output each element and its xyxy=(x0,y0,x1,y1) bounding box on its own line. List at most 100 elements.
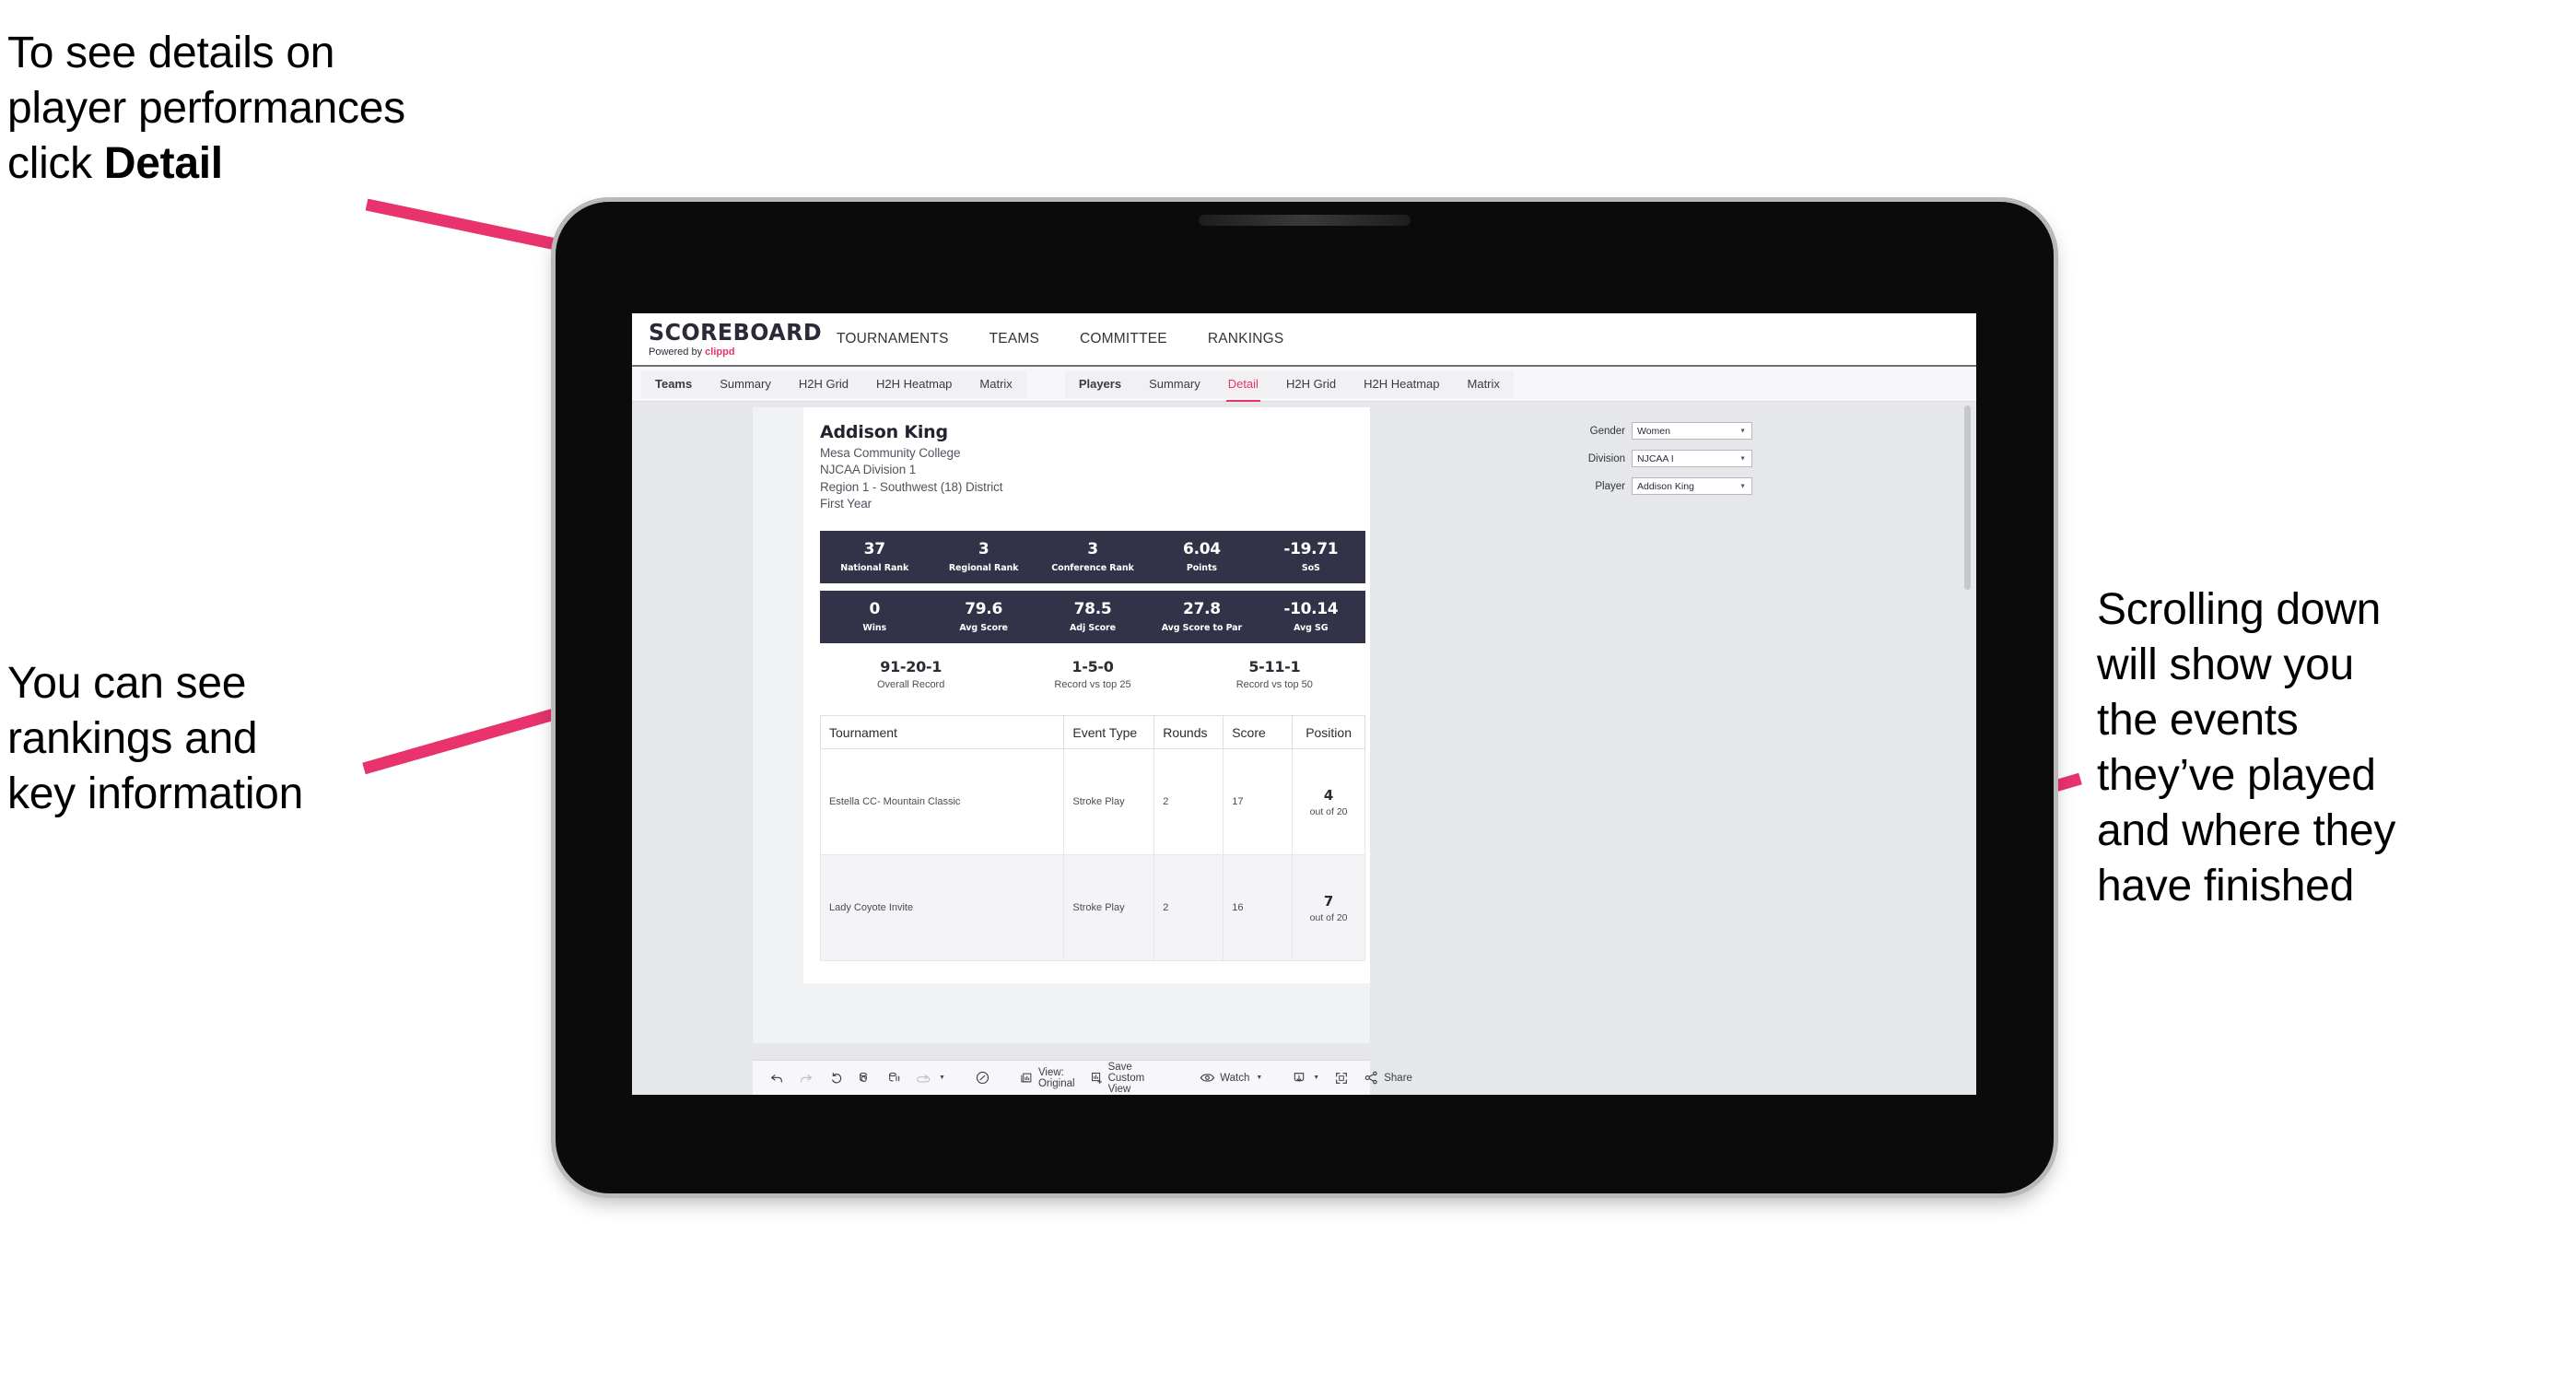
player-school: Mesa Community College xyxy=(820,445,961,460)
kpi-sos: -19.71 SoS xyxy=(1257,541,1365,573)
cell-rounds: 2 xyxy=(1153,854,1224,961)
record-summary-row: 91-20-1 Overall Record 1-5-0 Record vs t… xyxy=(820,658,1365,690)
column-header-score[interactable]: Score xyxy=(1223,715,1294,749)
kpi-points-value: 6.04 xyxy=(1183,539,1221,558)
watch-button[interactable]: Watch ▼ xyxy=(1192,1066,1270,1090)
kpi-regional-rank-value: 3 xyxy=(978,539,989,558)
record-vs-top-25: 1-5-0 Record vs top 25 xyxy=(1001,658,1183,690)
kpi-points-label: Points xyxy=(1186,562,1217,573)
filter-gender: Gender Women ▼ xyxy=(1568,422,1752,440)
subnav-teams-matrix[interactable]: Matrix xyxy=(966,370,1025,398)
nav-item-rankings[interactable]: RANKINGS xyxy=(1188,313,1305,365)
fullscreen-button[interactable] xyxy=(1327,1066,1356,1090)
subnav-players-detail[interactable]: Detail xyxy=(1214,370,1272,403)
share-icon xyxy=(1364,1070,1379,1086)
cell-score: 17 xyxy=(1223,748,1294,855)
kpi-conference-rank-value: 3 xyxy=(1087,539,1098,558)
filter-gender-select[interactable]: Women ▼ xyxy=(1632,422,1752,440)
kpi-national-rank-label: National Rank xyxy=(840,562,909,573)
filter-division: Division NJCAA I ▼ xyxy=(1568,450,1752,467)
cell-rounds: 2 xyxy=(1153,748,1224,855)
secondary-nav: Teams Summary H2H Grid H2H Heatmap Matri… xyxy=(632,367,1976,403)
kpi-avg-sg: -10.14 Avg SG xyxy=(1257,599,1365,633)
vertical-scrollbar[interactable] xyxy=(1964,405,1971,590)
loop-arrow-icon xyxy=(917,1071,932,1086)
undo-button[interactable] xyxy=(762,1066,791,1090)
column-header-rounds[interactable]: Rounds xyxy=(1153,715,1224,749)
record-vs-top-50: 5-11-1 Record vs top 50 xyxy=(1184,658,1365,690)
kpi-national-rank: 37 National Rank xyxy=(820,541,929,573)
player-name: Addison King xyxy=(820,422,948,442)
filter-division-value: NJCAA I xyxy=(1637,452,1674,464)
app-logo[interactable]: SCOREBOARD Powered by clippd xyxy=(632,313,822,365)
filter-division-select[interactable]: NJCAA I ▼ xyxy=(1632,450,1752,467)
filter-player: Player Addison King ▼ xyxy=(1568,477,1752,495)
subnav-players-summary[interactable]: Summary xyxy=(1135,370,1214,398)
player-identity: Addison King Mesa Community College NJCA… xyxy=(820,422,1003,511)
table-row[interactable]: Lady Coyote Invite Stroke Play 2 16 7 ou… xyxy=(819,854,1365,961)
subnav-teams-h2h-heatmap[interactable]: H2H Heatmap xyxy=(862,370,966,398)
kpi-points: 6.04 Points xyxy=(1147,539,1256,573)
subnav-players-matrix[interactable]: Matrix xyxy=(1454,370,1514,398)
tablet-screen: SCOREBOARD Powered by clippd TOURNAMENTS… xyxy=(632,313,1976,1095)
nav-item-teams[interactable]: TEAMS xyxy=(969,313,1060,365)
record-vs-top-25-value: 1-5-0 xyxy=(1071,658,1114,675)
share-button[interactable]: Share xyxy=(1356,1066,1420,1090)
view-original-label: View: Original xyxy=(1037,1066,1075,1089)
filter-player-select[interactable]: Addison King ▼ xyxy=(1632,477,1752,495)
kpi-avg-score-to-par: 27.8 Avg Score to Par xyxy=(1147,599,1256,633)
visualization-area: Addison King Mesa Community College NJCA… xyxy=(632,402,1976,1095)
visualization-scroll-region[interactable]: Addison King Mesa Community College NJCA… xyxy=(632,402,1976,1095)
kpi-regional-rank: 3 Regional Rank xyxy=(929,539,1037,573)
chevron-down-icon: ▼ xyxy=(1739,428,1746,434)
record-overall-label: Overall Record xyxy=(876,679,945,690)
share-label: Share xyxy=(1384,1072,1412,1084)
subnav-teams-summary[interactable]: Summary xyxy=(706,370,785,398)
pause-auto-updates-icon xyxy=(887,1071,902,1086)
kpi-adj-score-value: 78.5 xyxy=(1073,599,1112,618)
save-custom-view-button[interactable]: Save Custom View xyxy=(1083,1062,1153,1095)
nav-item-tournaments[interactable]: TOURNAMENTS xyxy=(816,313,969,365)
column-header-event-type[interactable]: Event Type xyxy=(1063,715,1155,749)
subnav-group-players: Players Summary Detail H2H Grid H2H Heat… xyxy=(1064,370,1514,403)
pause-refresh-button[interactable] xyxy=(967,1066,998,1090)
kpi-conference-rank-label: Conference Rank xyxy=(1051,562,1134,573)
subnav-players-h2h-heatmap[interactable]: H2H Heatmap xyxy=(1350,370,1453,398)
record-vs-top-25-label: Record vs top 25 xyxy=(1054,679,1131,690)
tablet-speaker-grill xyxy=(1199,215,1411,226)
redo-arrow-button[interactable]: ▼ xyxy=(909,1066,953,1090)
revert-button[interactable] xyxy=(821,1066,850,1090)
kpi-bar-rankings: 37 National Rank 3 Regional Rank 3 Confe… xyxy=(820,531,1365,583)
kpi-wins-value: 0 xyxy=(869,599,880,618)
save-custom-view-label: Save Custom View xyxy=(1107,1061,1145,1095)
refresh-data-icon xyxy=(858,1071,872,1086)
nav-item-committee[interactable]: COMMITTEE xyxy=(1060,313,1188,365)
table-header-row: Tournament Event Type Rounds Score Posit… xyxy=(819,715,1365,749)
redo-button[interactable] xyxy=(791,1066,821,1090)
cell-position-field: out of 20 xyxy=(1309,911,1348,923)
annotation-right: Scrolling down will show you the events … xyxy=(2097,585,2396,910)
filter-division-label: Division xyxy=(1587,452,1625,464)
view-original-icon xyxy=(1020,1071,1034,1085)
pause-auto-updates-button[interactable] xyxy=(880,1066,909,1090)
subnav-players-h2h-grid[interactable]: H2H Grid xyxy=(1272,370,1350,398)
tablet-device-frame: SCOREBOARD Powered by clippd TOURNAMENTS… xyxy=(556,202,2054,1193)
watch-label: Watch xyxy=(1220,1072,1250,1084)
kpi-avg-score-label: Avg Score xyxy=(959,622,1008,633)
view-original-button[interactable]: View: Original xyxy=(1013,1066,1083,1090)
column-header-tournament[interactable]: Tournament xyxy=(819,715,1065,749)
annotation-top-left: To see details on player performances cl… xyxy=(7,26,634,192)
subnav-teams-h2h-grid[interactable]: H2H Grid xyxy=(785,370,862,398)
subnav-players-label: Players xyxy=(1078,377,1122,391)
kpi-sos-label: SoS xyxy=(1301,562,1320,573)
save-custom-view-icon xyxy=(1090,1071,1104,1085)
refresh-data-button[interactable] xyxy=(850,1066,880,1090)
download-button[interactable]: ▼ xyxy=(1284,1066,1327,1090)
kpi-avg-score-to-par-value: 27.8 xyxy=(1183,599,1221,618)
logo-powered-by: Powered by xyxy=(649,346,706,358)
chevron-down-icon: ▼ xyxy=(1313,1075,1320,1081)
column-header-position[interactable]: Position xyxy=(1292,715,1365,749)
table-row[interactable]: Estella CC- Mountain Classic Stroke Play… xyxy=(819,748,1365,855)
kpi-bar-scoring: 0 Wins 79.6 Avg Score 78.5 Adj Score 27.… xyxy=(820,591,1365,643)
kpi-avg-sg-value: -10.14 xyxy=(1283,599,1339,618)
